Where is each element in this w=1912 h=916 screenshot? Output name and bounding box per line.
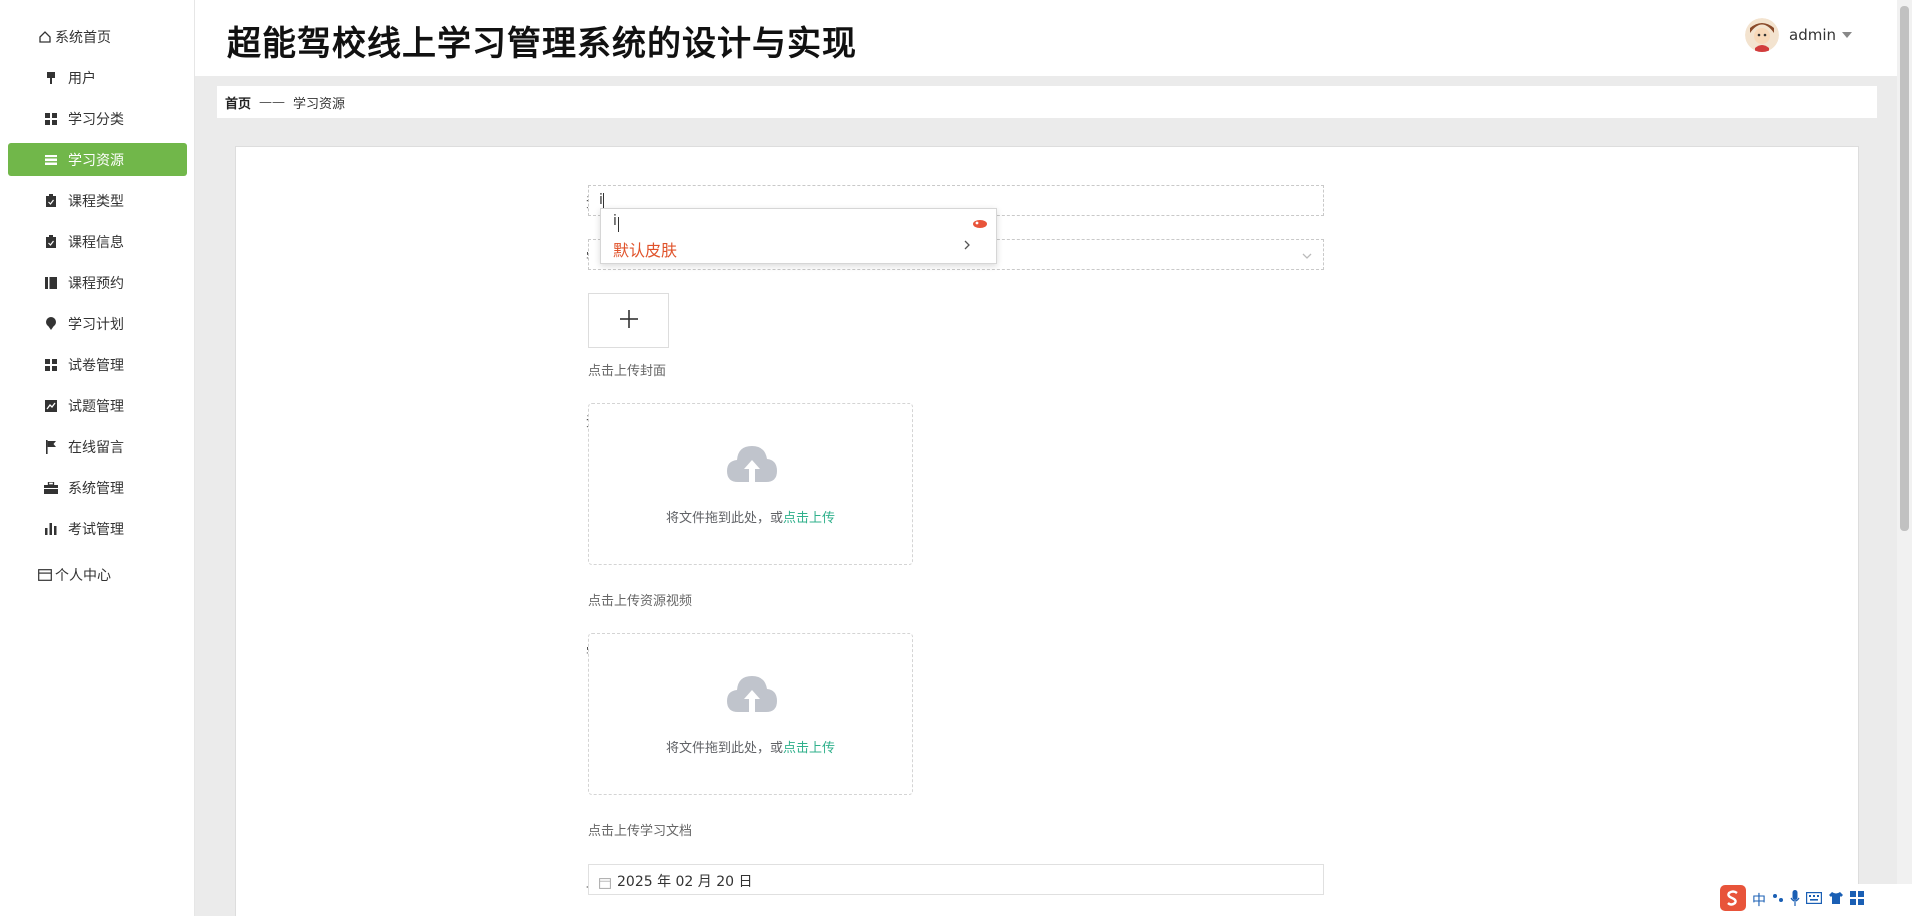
clipboard-icon bbox=[44, 193, 58, 208]
sidebar-item-course-booking[interactable]: 课程预约 bbox=[8, 266, 187, 299]
clipboard-check-icon bbox=[44, 234, 58, 249]
ime-tray: 中 bbox=[1712, 884, 1912, 916]
ime-next-icon[interactable] bbox=[962, 239, 972, 255]
sidebar-item-course-type[interactable]: 课程类型 bbox=[8, 184, 187, 217]
sidebar-item-system-management[interactable]: 系统管理 bbox=[8, 471, 187, 504]
book-icon bbox=[44, 276, 58, 290]
username[interactable]: admin bbox=[1789, 26, 1836, 44]
sidebar-item-study-plan[interactable]: 学习计划 bbox=[8, 307, 187, 340]
toolbox-grid-icon[interactable] bbox=[1850, 891, 1864, 909]
resource-video-dropzone[interactable]: 将文件拖到此处，或点击上传 bbox=[588, 403, 913, 565]
sidebar-item-study-category[interactable]: 学习分类 bbox=[8, 102, 187, 135]
page-title: 超能驾校线上学习管理系统的设计与实现 bbox=[227, 24, 857, 64]
list-icon bbox=[44, 153, 58, 167]
doc-drop-text: 将文件拖到此处，或 bbox=[665, 741, 783, 756]
sidebar-item-online-message[interactable]: 在线留言 bbox=[8, 430, 187, 463]
sidebar-item-users[interactable]: 用户 bbox=[8, 61, 187, 94]
avatar[interactable] bbox=[1745, 18, 1779, 52]
sogou-logo-icon[interactable] bbox=[1720, 885, 1746, 915]
ime-candidate[interactable]: 默认皮肤 bbox=[613, 237, 677, 261]
punctuation-icon[interactable] bbox=[1772, 891, 1784, 909]
breadcrumb-separator: —— bbox=[259, 94, 286, 110]
sidebar-item-course-info[interactable]: 课程信息 bbox=[8, 225, 187, 258]
user-menu[interactable]: admin bbox=[1745, 18, 1852, 52]
ime-typed-text: i bbox=[613, 213, 617, 229]
sidebar-item-exam-management[interactable]: 考试管理 bbox=[8, 512, 187, 545]
keyboard-icon[interactable] bbox=[1806, 892, 1823, 908]
pin-drop-icon bbox=[44, 316, 58, 331]
pin-icon bbox=[44, 71, 58, 85]
content-area: 首页 —— 学习资源 资源名称 i 学习分类 封面 点击上传封面 资源视频 bbox=[195, 76, 1897, 916]
sidebar-item-question-management[interactable]: 试题管理 bbox=[8, 389, 187, 422]
sidebar: 系统首页 用户 学习分类 学习资源 课程类型 课程信息 课程预约 学习计划 试卷… bbox=[0, 0, 195, 916]
calendar-icon bbox=[599, 874, 611, 893]
grid-icon bbox=[44, 358, 58, 372]
chevron-down-icon bbox=[1301, 247, 1313, 266]
briefcase-icon bbox=[44, 481, 58, 495]
microphone-icon[interactable] bbox=[1790, 890, 1800, 910]
sidebar-item-home[interactable]: 系统首页 bbox=[8, 20, 187, 53]
study-document-dropzone[interactable]: 将文件拖到此处，或点击上传 bbox=[588, 633, 913, 795]
ime-caret bbox=[618, 217, 619, 232]
resource-video-hint: 点击上传资源视频 bbox=[588, 594, 693, 609]
chart-icon bbox=[44, 399, 58, 413]
text-caret bbox=[603, 193, 604, 209]
video-drop-text: 将文件拖到此处，或 bbox=[665, 511, 783, 526]
cover-hint: 点击上传封面 bbox=[588, 364, 667, 379]
grid-icon bbox=[44, 112, 58, 126]
sidebar-item-personal-center[interactable]: 个人中心 bbox=[8, 558, 187, 591]
chevron-down-icon[interactable] bbox=[1842, 32, 1852, 38]
plus-icon bbox=[619, 309, 638, 332]
scrollbar-thumb[interactable] bbox=[1900, 6, 1909, 531]
flag-icon bbox=[44, 439, 58, 454]
shirt-skin-icon[interactable] bbox=[1828, 891, 1844, 909]
upload-time-value: 2025 年 02 月 20 日 bbox=[617, 874, 753, 890]
home-icon bbox=[38, 30, 52, 44]
form-panel: 资源名称 i 学习分类 封面 点击上传封面 资源视频 将文件拖到此处 bbox=[235, 146, 1859, 916]
ime-lang-indicator[interactable]: 中 bbox=[1752, 890, 1766, 910]
study-document-hint: 点击上传学习文档 bbox=[588, 824, 693, 839]
breadcrumb: 首页 —— 学习资源 bbox=[217, 86, 1877, 118]
scrollbar[interactable] bbox=[1897, 0, 1912, 916]
ime-candidate-popup: i 默认皮肤 bbox=[600, 208, 997, 264]
ime-skin-icon bbox=[972, 215, 988, 234]
video-upload-link[interactable]: 点击上传 bbox=[783, 511, 835, 526]
cloud-upload-icon bbox=[725, 672, 779, 718]
header: 超能驾校线上学习管理系统的设计与实现 admin bbox=[195, 0, 1912, 76]
doc-upload-link[interactable]: 点击上传 bbox=[783, 741, 835, 756]
sidebar-item-study-resources[interactable]: 学习资源 bbox=[8, 143, 187, 176]
card-icon bbox=[38, 568, 52, 582]
breadcrumb-current: 学习资源 bbox=[293, 96, 346, 112]
sidebar-item-paper-management[interactable]: 试卷管理 bbox=[8, 348, 187, 381]
cloud-upload-icon bbox=[725, 442, 779, 488]
breadcrumb-home[interactable]: 首页 bbox=[225, 93, 251, 112]
bar-chart-icon bbox=[44, 522, 58, 536]
upload-time-picker[interactable]: 2025 年 02 月 20 日 bbox=[588, 864, 1324, 895]
cover-upload-button[interactable] bbox=[588, 293, 669, 348]
